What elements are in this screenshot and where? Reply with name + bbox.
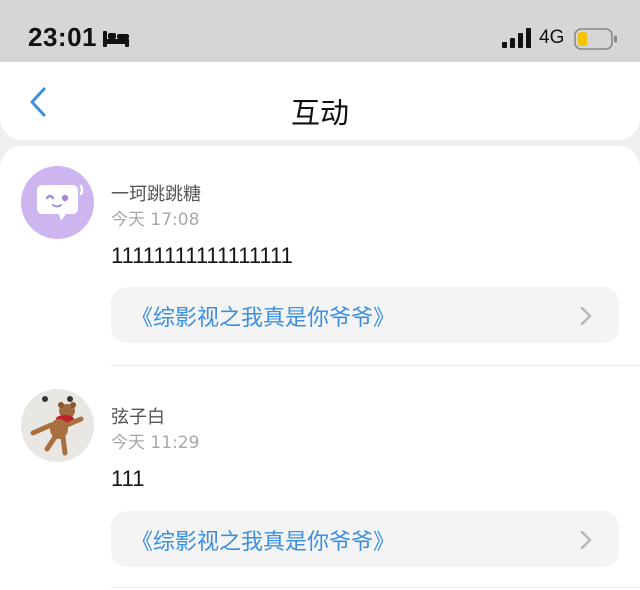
divider <box>111 365 640 366</box>
status-time: 23:01 <box>28 22 97 52</box>
username[interactable]: 一珂跳跳糖 <box>111 180 201 206</box>
comment-list: 一珂跳跳糖 今天 17:08 11111111111111111 《综影视之我真… <box>0 146 640 590</box>
network-type-label: 4G <box>539 27 565 48</box>
chevron-right-icon <box>580 530 592 550</box>
avatar[interactable] <box>21 389 94 462</box>
comment-text: 111 <box>111 466 145 491</box>
divider <box>111 587 640 588</box>
comment-time: 今天 11:29 <box>111 433 200 453</box>
signal-icon <box>502 28 531 48</box>
work-title: 《综影视之我真是你爷爷》 <box>131 530 396 555</box>
battery-level-fill <box>578 32 588 46</box>
battery-icon <box>574 28 617 50</box>
page-title: 互动 <box>290 96 349 130</box>
app-root: 23:01 4G 互动 一珂跳跳糖 今天 17:08 1111111111111… <box>0 0 640 590</box>
comment-text: 11111111111111111 <box>111 243 293 268</box>
work-link-card[interactable]: 《综影视之我真是你爷爷》 <box>111 511 619 567</box>
teddy-bear-avatar-icon <box>21 389 94 462</box>
bed-icon <box>103 31 129 47</box>
avatar[interactable] <box>21 166 94 239</box>
comment-time: 今天 17:08 <box>111 210 200 230</box>
work-title: 《综影视之我真是你爷爷》 <box>131 306 396 331</box>
work-link-card[interactable]: 《综影视之我真是你爷爷》 <box>111 287 619 343</box>
chevron-right-icon <box>580 306 592 326</box>
username[interactable]: 弦子白 <box>111 403 165 429</box>
status-bar: 23:01 4G <box>0 0 640 62</box>
nav-bar: 互动 <box>0 62 640 140</box>
chat-bubble-avatar-icon <box>37 184 84 221</box>
